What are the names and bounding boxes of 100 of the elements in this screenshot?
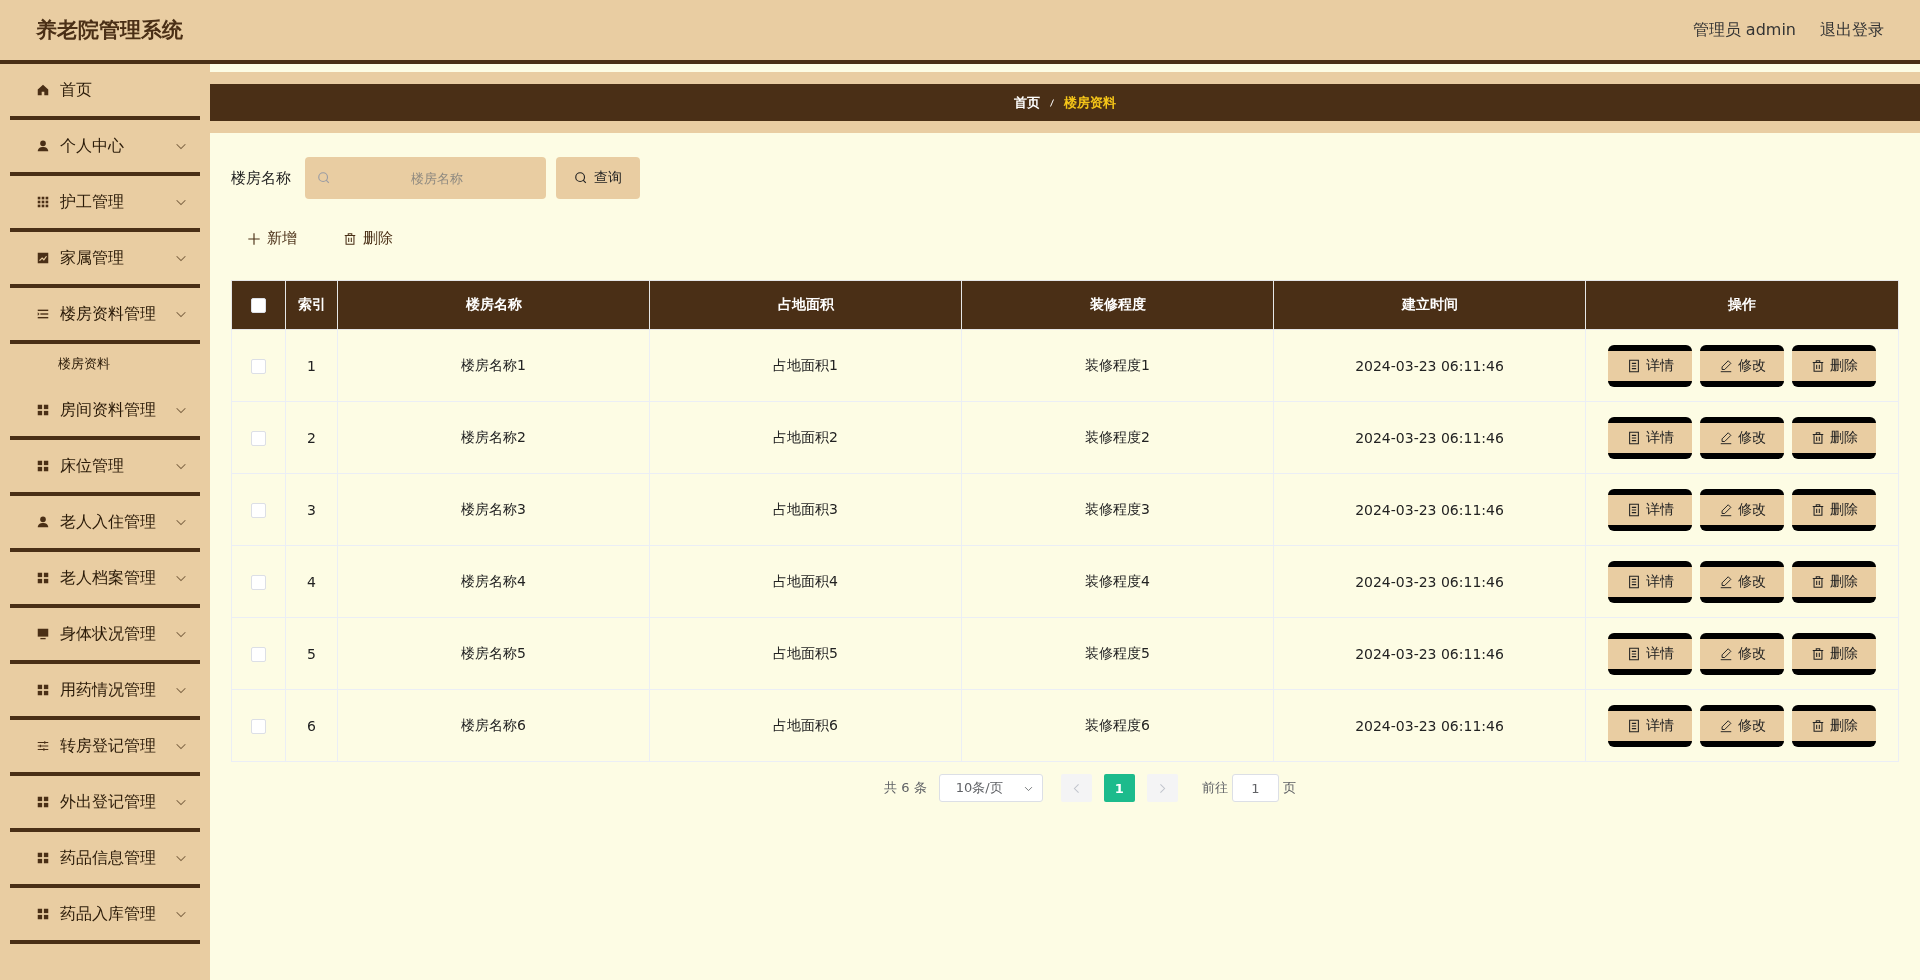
delete-button[interactable]: 删除 <box>1792 344 1876 387</box>
table-cell: 3 <box>285 473 338 546</box>
document-icon <box>1626 358 1641 373</box>
edit-button[interactable]: 修改 <box>1700 704 1784 747</box>
edit-button[interactable]: 修改 <box>1700 632 1784 675</box>
row-checkbox[interactable] <box>251 430 266 446</box>
delete-button[interactable]: 删除 <box>1792 632 1876 675</box>
edit-button[interactable]: 修改 <box>1700 488 1784 531</box>
pencil-icon <box>1718 358 1733 373</box>
monitor-icon <box>36 627 50 641</box>
sidebar-item[interactable]: 护工管理 <box>10 176 200 232</box>
next-page-button[interactable] <box>1146 774 1178 802</box>
delete-button[interactable]: 删除 <box>327 221 409 256</box>
page-size-select[interactable]: 10条/页 <box>938 774 1043 802</box>
table-cell: 2024-03-23 06:11:46 <box>1273 473 1586 546</box>
page-suffix: 页 <box>1282 779 1296 797</box>
pencil-icon <box>1718 718 1733 733</box>
sidebar-item[interactable]: 外出登记管理 <box>10 776 200 832</box>
table-cell: 楼房名称3 <box>337 473 650 546</box>
grid-icon <box>36 795 50 809</box>
table-cell: 楼房名称2 <box>337 401 650 474</box>
sliders-icon <box>36 739 50 753</box>
table-cell: 楼房名称4 <box>337 545 650 618</box>
table-cell: 占地面积5 <box>649 617 962 690</box>
sidebar-item[interactable]: 床位管理 <box>10 440 200 496</box>
edit-button[interactable]: 修改 <box>1700 344 1784 387</box>
table-cell: 2024-03-23 06:11:46 <box>1273 545 1586 618</box>
edit-button[interactable]: 修改 <box>1700 416 1784 459</box>
search-field[interactable]: 楼房名称 <box>305 157 546 199</box>
row-checkbox[interactable] <box>251 646 266 662</box>
pencil-icon <box>1718 502 1733 517</box>
grid-icon <box>36 403 50 417</box>
page-input[interactable]: 1 <box>1231 774 1279 802</box>
sidebar-item[interactable]: 个人中心 <box>10 120 200 176</box>
trash-icon <box>1810 646 1825 661</box>
grid-icon <box>36 851 50 865</box>
row-checkbox[interactable] <box>251 718 266 734</box>
delete-button[interactable]: 删除 <box>1792 416 1876 459</box>
edit-button[interactable]: 修改 <box>1700 560 1784 603</box>
goto-label: 前往 <box>1201 779 1228 797</box>
select-all-checkbox[interactable] <box>251 298 266 314</box>
pencil-icon <box>1718 574 1733 589</box>
table-cell: 装修程度1 <box>961 329 1274 402</box>
detail-button[interactable]: 详情 <box>1608 560 1692 603</box>
add-button[interactable]: 新增 <box>231 221 313 256</box>
trash-icon <box>1810 718 1825 733</box>
sidebar-item[interactable]: 药品信息管理 <box>10 832 200 888</box>
home-icon <box>36 83 50 97</box>
search-label: 楼房名称 <box>231 168 291 188</box>
sidebar-item[interactable]: 老人档案管理 <box>10 552 200 608</box>
sidebar-item[interactable]: 身体状况管理 <box>10 608 200 664</box>
delete-button[interactable]: 删除 <box>1792 488 1876 531</box>
detail-button[interactable]: 详情 <box>1608 344 1692 387</box>
trash-icon <box>1810 574 1825 589</box>
table-cell: 占地面积6 <box>649 689 962 762</box>
sidebar-item[interactable]: 转房登记管理 <box>10 720 200 776</box>
document-icon <box>1626 502 1641 517</box>
column-header: 建立时间 <box>1273 280 1586 330</box>
table-cell: 2024-03-23 06:11:46 <box>1273 329 1586 402</box>
sidebar-item[interactable]: 楼房资料管理 <box>10 288 200 344</box>
table-cell: 2024-03-23 06:11:46 <box>1273 617 1586 690</box>
column-header: 索引 <box>285 280 338 330</box>
delete-button[interactable]: 删除 <box>1792 704 1876 747</box>
sidebar-item[interactable]: 首页 <box>10 64 200 120</box>
logout-link[interactable]: 退出登录 <box>1820 19 1884 41</box>
list-icon <box>36 307 50 321</box>
grid-icon <box>36 683 50 697</box>
detail-button[interactable]: 详情 <box>1608 416 1692 459</box>
table-cell: 楼房名称6 <box>337 689 650 762</box>
sidebar-item[interactable]: 老人入住管理 <box>10 496 200 552</box>
column-header: 操作 <box>1585 280 1899 330</box>
table-cell: 楼房名称5 <box>337 617 650 690</box>
search-icon <box>317 171 331 185</box>
table-cell: 4 <box>285 545 338 618</box>
detail-button[interactable]: 详情 <box>1608 488 1692 531</box>
breadcrumb-item[interactable]: 首页 <box>1014 93 1040 112</box>
sidebar-item[interactable]: 用药情况管理 <box>10 664 200 720</box>
table-cell: 装修程度5 <box>961 617 1274 690</box>
delete-button[interactable]: 删除 <box>1792 560 1876 603</box>
sidebar-item[interactable]: 药品入库管理 <box>10 888 200 944</box>
app-title: 养老院管理系统 <box>36 17 183 44</box>
table-cell: 装修程度3 <box>961 473 1274 546</box>
search-button[interactable]: 查询 <box>556 157 640 199</box>
row-checkbox[interactable] <box>251 574 266 590</box>
pencil-icon <box>1718 646 1733 661</box>
detail-button[interactable]: 详情 <box>1608 632 1692 675</box>
table-cell: 装修程度6 <box>961 689 1274 762</box>
total-count: 共 6 条 <box>884 779 927 797</box>
sidebar-item[interactable]: 家属管理 <box>10 232 200 288</box>
row-checkbox[interactable] <box>251 358 266 374</box>
grid-icon <box>36 571 50 585</box>
sidebar-item[interactable]: 房间资料管理 <box>10 384 200 440</box>
document-icon <box>1626 718 1641 733</box>
row-checkbox[interactable] <box>251 502 266 518</box>
detail-button[interactable]: 详情 <box>1608 704 1692 747</box>
previous-page-button[interactable] <box>1060 774 1092 802</box>
trash-icon <box>343 231 357 246</box>
table-cell: 占地面积4 <box>649 545 962 618</box>
sidebar-subitem[interactable]: 楼房资料 <box>0 344 210 384</box>
trash-icon <box>1810 358 1825 373</box>
